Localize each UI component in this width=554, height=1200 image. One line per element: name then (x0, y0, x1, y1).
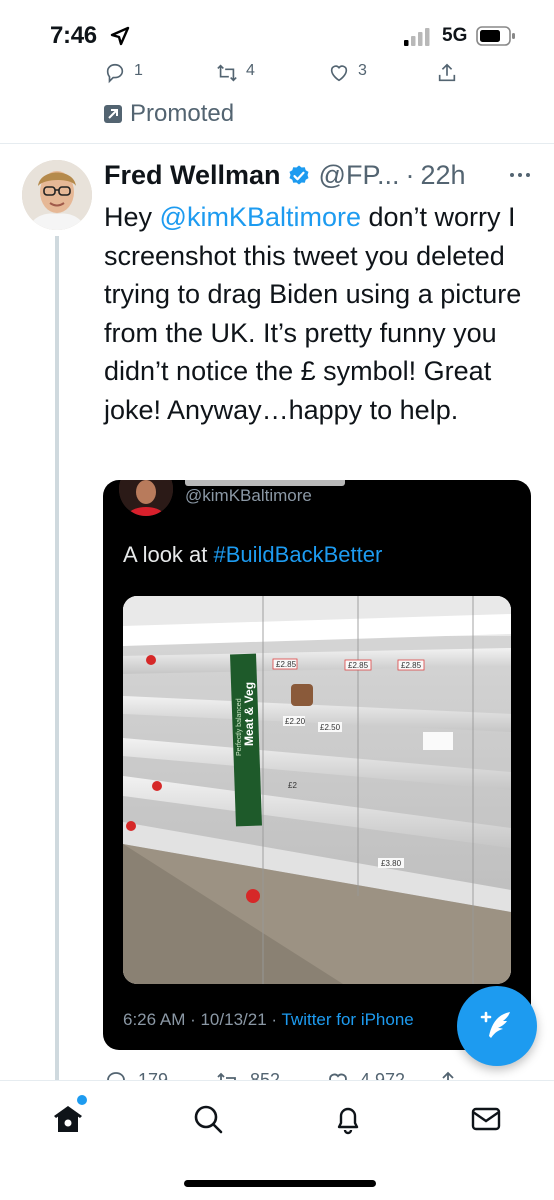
promoted-arrow-icon (104, 105, 122, 123)
network-type: 5G (442, 25, 468, 46)
author-handle[interactable]: @FP... (319, 160, 400, 191)
embedded-avatar (119, 480, 173, 516)
prev-like-button[interactable]: 3 (328, 62, 367, 84)
location-arrow-icon (110, 26, 130, 46)
cellular-signal-icon (404, 28, 430, 46)
embedded-hashtag: #BuildBackBetter (213, 542, 383, 567)
price-tag-5: £2.50 (320, 723, 341, 732)
notifications-icon (337, 1107, 359, 1135)
promoted-label: Promoted (104, 100, 234, 128)
messages-icon (471, 1107, 501, 1131)
prev-reply-count: 1 (134, 62, 143, 79)
prev-retweet-count: 4 (246, 62, 255, 79)
sign-text: Meat & Veg (242, 682, 256, 746)
status-time: 7:46 (50, 22, 97, 49)
author-name[interactable]: Fred Wellman (104, 160, 281, 191)
nav-home[interactable] (50, 1101, 86, 1137)
embedded-handle: @kimKBaltimore (185, 486, 312, 505)
price-tag-4: £2.20 (285, 717, 306, 726)
reply-icon (106, 63, 124, 84)
tweet-header: Fred Wellman @FP... · 22h (104, 160, 466, 191)
tweet-time[interactable]: 22h (420, 160, 465, 191)
thread-line (55, 236, 59, 1086)
search-icon (194, 1105, 223, 1134)
embedded-client: Twitter for iPhone (281, 1010, 414, 1029)
tweet-text-body: don’t worry I screenshot this tweet you … (104, 202, 522, 425)
retweet-icon (217, 64, 237, 82)
share-icon (438, 63, 456, 82)
previous-tweet-actions: 1 4 3 (0, 58, 554, 88)
nav-notifications[interactable] (330, 1101, 366, 1137)
prev-retweet-button[interactable]: 4 (216, 62, 255, 84)
price-tag-1: £2.85 (276, 660, 297, 669)
sign-subtext: Perfectly balanced (236, 698, 243, 756)
price-tag-3: £2.85 (401, 661, 422, 670)
mention-link[interactable]: @kimKBaltimore (160, 202, 361, 232)
heart-icon (330, 65, 348, 82)
battery-icon (476, 26, 515, 46)
prev-share-button[interactable] (436, 62, 458, 84)
more-options-icon[interactable] (508, 170, 532, 180)
tweet-text: Hey @kimKBaltimore don’t worry I screens… (104, 198, 544, 429)
author-avatar[interactable] (22, 160, 92, 230)
home-indicator[interactable] (184, 1180, 376, 1187)
home-notification-dot (77, 1095, 87, 1105)
compose-tweet-button[interactable] (457, 986, 537, 1066)
nav-search[interactable] (190, 1101, 226, 1137)
price-tag-6: £2 (288, 781, 297, 790)
tweet-divider (0, 143, 554, 144)
prev-reply-button[interactable]: 1 (104, 62, 143, 84)
tweet-text-prefix: Hey (104, 202, 160, 232)
status-bar: 7:46 5G (0, 0, 554, 66)
compose-feather-icon (480, 1011, 510, 1038)
price-tag-7: £3.80 (381, 859, 402, 868)
verified-badge-icon (289, 165, 309, 184)
embedded-image[interactable]: @kimKBaltimore A look at #BuildBackBette… (103, 480, 531, 1050)
promoted-text: Promoted (130, 100, 235, 127)
header-separator: · (405, 160, 415, 190)
embedded-text-prefix: A look at (123, 542, 214, 567)
nav-messages[interactable] (468, 1101, 504, 1137)
embedded-tweet-text: A look at #BuildBackBetter (123, 542, 382, 568)
home-icon (54, 1106, 82, 1132)
embedded-meta: 6:26 AM · 10/13/21 · Twitter for iPhone (123, 1010, 414, 1030)
price-tag-2: £2.85 (348, 661, 369, 670)
embedded-timestamp: 6:26 AM · 10/13/21 · (123, 1010, 282, 1029)
prev-like-count: 3 (358, 62, 367, 79)
empty-shelves-photo: Meat & Veg Perfectly balanced £2.85 £2.8… (123, 596, 511, 984)
